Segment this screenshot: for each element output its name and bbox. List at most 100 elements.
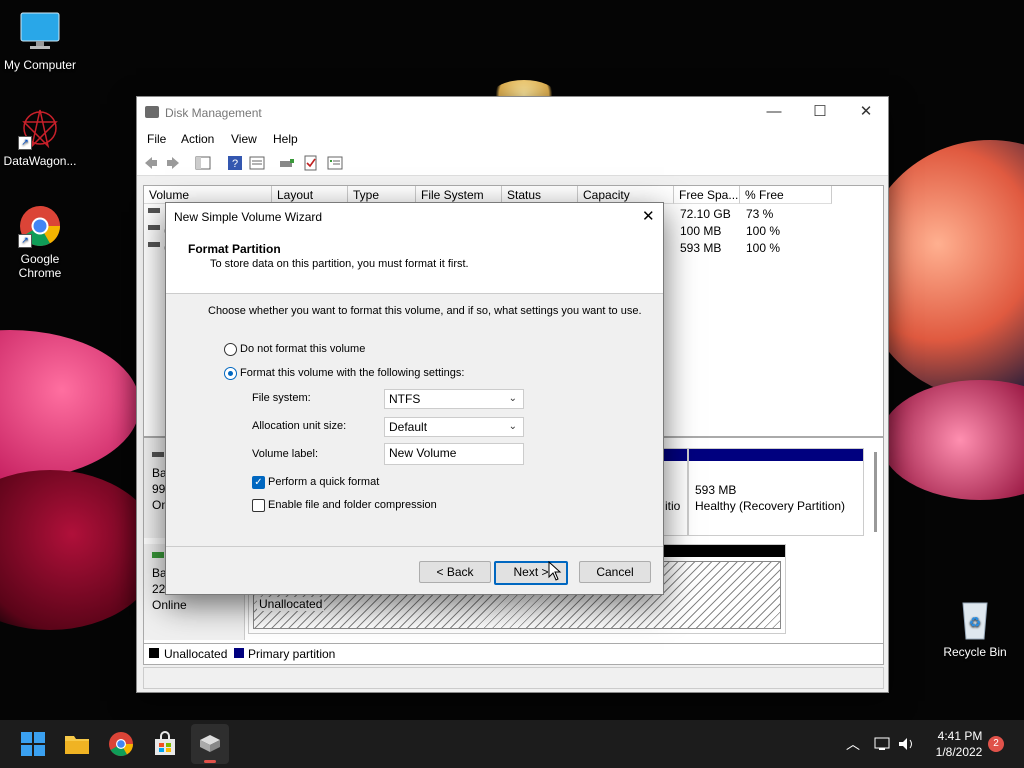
- file-system-select[interactable]: NTFS ⌄: [384, 389, 524, 409]
- legend-swatch-primary: [234, 648, 244, 658]
- menu-help[interactable]: Help: [273, 132, 298, 146]
- window-title: Disk Management: [165, 106, 262, 120]
- back-arrow-icon[interactable]: [143, 155, 159, 171]
- chevron-down-icon: ⌄: [508, 393, 517, 404]
- radio-button[interactable]: [224, 343, 237, 356]
- minimize-button[interactable]: —: [751, 97, 797, 127]
- menu-bar: File Action View Help: [137, 129, 888, 151]
- active-indicator: [204, 760, 216, 763]
- volume-label-label: Volume label:: [252, 448, 319, 460]
- taskbar-active-app[interactable]: [191, 724, 229, 764]
- column-header-percent-free[interactable]: % Free: [740, 186, 832, 204]
- connect-drive-icon[interactable]: [279, 155, 295, 171]
- disk-icon: [152, 452, 164, 457]
- window-titlebar[interactable]: Disk Management — ☐ ✕: [137, 97, 888, 129]
- close-window-button[interactable]: ✕: [843, 97, 889, 127]
- maximize-button[interactable]: ☐: [797, 97, 843, 127]
- toolbar: ?: [137, 151, 888, 176]
- legend-bar: Unallocated Primary partition: [143, 643, 884, 665]
- menu-file[interactable]: File: [147, 132, 166, 146]
- desktop-icon-label: My Computer: [3, 58, 77, 72]
- file-explorer-icon[interactable]: [63, 730, 91, 758]
- primary-partition-bar: [663, 449, 687, 461]
- desktop-icon-my-computer[interactable]: My Computer: [0, 10, 80, 72]
- network-icon[interactable]: [873, 735, 893, 753]
- volume-icon: [148, 208, 160, 213]
- start-windows-icon[interactable]: [19, 730, 47, 758]
- percent-free-cell: 73 %: [746, 207, 774, 221]
- desktop-icon-label: Google Chrome: [18, 252, 62, 280]
- store-icon[interactable]: [151, 730, 179, 758]
- percent-free-cell: 100 %: [746, 241, 781, 255]
- desktop-icon-datawagon[interactable]: ↗ DataWagon...: [0, 106, 80, 168]
- chevron-up-icon[interactable]: ︿: [846, 734, 860, 754]
- vertical-scrollbar[interactable]: [874, 452, 877, 532]
- new-simple-volume-wizard-dialog: New Simple Volume Wizard ✕ Format Partit…: [165, 202, 664, 595]
- datawagon-icon: ↗: [18, 106, 62, 150]
- legend-unallocated: Unallocated: [164, 647, 228, 661]
- taskbar: ︿ 4:41 PM 1/8/2022 2: [0, 720, 1024, 768]
- disk-management-taskbar-icon: [200, 735, 220, 752]
- checkbox-label: Enable file and folder compression: [268, 499, 437, 511]
- percent-free-cell: 100 %: [746, 224, 781, 238]
- chrome-icon: ↗: [18, 204, 62, 248]
- clock-date[interactable]: 1/8/2022: [930, 745, 988, 759]
- desktop-icon-label: Recycle Bin: [943, 645, 1007, 659]
- desktop-icon-google-chrome[interactable]: ↗ Google Chrome: [0, 204, 80, 280]
- back-button[interactable]: < Back: [419, 561, 491, 583]
- volume-icon[interactable]: [897, 735, 917, 753]
- volume-icon: [148, 242, 160, 247]
- dialog-close-icon[interactable]: ✕: [642, 207, 655, 225]
- partition-partial[interactable]: itio: [662, 448, 688, 536]
- chevron-down-icon: ⌄: [508, 421, 517, 432]
- dialog-title: New Simple Volume Wizard: [174, 210, 323, 224]
- recovery-partition-status: Healthy (Recovery Partition): [695, 499, 846, 513]
- recycle-bin-icon: ♻: [953, 597, 997, 641]
- free-space-cell: 72.10 GB: [680, 207, 731, 221]
- clock-time[interactable]: 4:41 PM: [934, 729, 986, 743]
- settings-list-icon[interactable]: [327, 155, 343, 171]
- desktop-icon-label: DataWagon...: [3, 154, 77, 168]
- volume-label-input[interactable]: New Volume: [384, 443, 524, 465]
- column-header-free-space[interactable]: Free Spa...: [674, 186, 740, 204]
- allocation-unit-size-select[interactable]: Default ⌄: [384, 417, 524, 437]
- forward-arrow-icon[interactable]: [165, 155, 181, 171]
- show-hide-console-icon[interactable]: [195, 155, 211, 171]
- allocation-unit-size-value: Default: [389, 420, 428, 434]
- radio-label: Format this volume with the following se…: [240, 367, 465, 379]
- recovery-partition-size: 593 MB: [695, 483, 737, 497]
- shortcut-arrow-icon: ↗: [18, 136, 32, 150]
- checkbox-box[interactable]: [252, 499, 265, 512]
- wallpaper-petal-left: [0, 330, 140, 480]
- cancel-button[interactable]: Cancel: [579, 561, 651, 583]
- allocation-unit-size-label: Allocation unit size:: [252, 420, 347, 432]
- menu-view[interactable]: View: [231, 132, 257, 146]
- svg-text:?: ?: [232, 158, 238, 170]
- free-space-cell: 100 MB: [680, 224, 722, 238]
- help-icon[interactable]: ?: [227, 155, 243, 171]
- radio-button[interactable]: [224, 367, 237, 380]
- checkmark-icon[interactable]: ✓: [252, 476, 265, 489]
- primary-partition-bar: [689, 449, 863, 461]
- disk-management-icon: [145, 106, 159, 118]
- disk-icon: [152, 552, 164, 558]
- divider: [166, 546, 663, 547]
- status-bar: [143, 667, 884, 689]
- shortcut-arrow-icon: ↗: [18, 234, 32, 248]
- notification-badge[interactable]: 2: [988, 736, 1004, 752]
- free-space-cell: 593 MB: [680, 241, 722, 255]
- svg-text:♻: ♻: [969, 614, 982, 630]
- checkbox-label: Perform a quick format: [268, 476, 380, 488]
- wizard-instruction: Choose whether you want to format this v…: [208, 305, 642, 317]
- wizard-header: New Simple Volume Wizard ✕ Format Partit…: [166, 203, 663, 294]
- desktop-icon-recycle-bin[interactable]: ♻ Recycle Bin: [935, 597, 1015, 659]
- wizard-subheading: To store data on this partition, you mus…: [210, 258, 469, 270]
- recovery-partition[interactable]: 593 MB Healthy (Recovery Partition): [688, 448, 864, 536]
- volume-icon: [148, 225, 160, 230]
- menu-action[interactable]: Action: [181, 132, 214, 146]
- check-list-icon[interactable]: [303, 155, 319, 171]
- properties-icon[interactable]: [249, 155, 265, 171]
- chrome-taskbar-icon[interactable]: [107, 730, 135, 758]
- mouse-cursor-icon: [548, 561, 562, 581]
- volume-label-value: New Volume: [389, 446, 457, 460]
